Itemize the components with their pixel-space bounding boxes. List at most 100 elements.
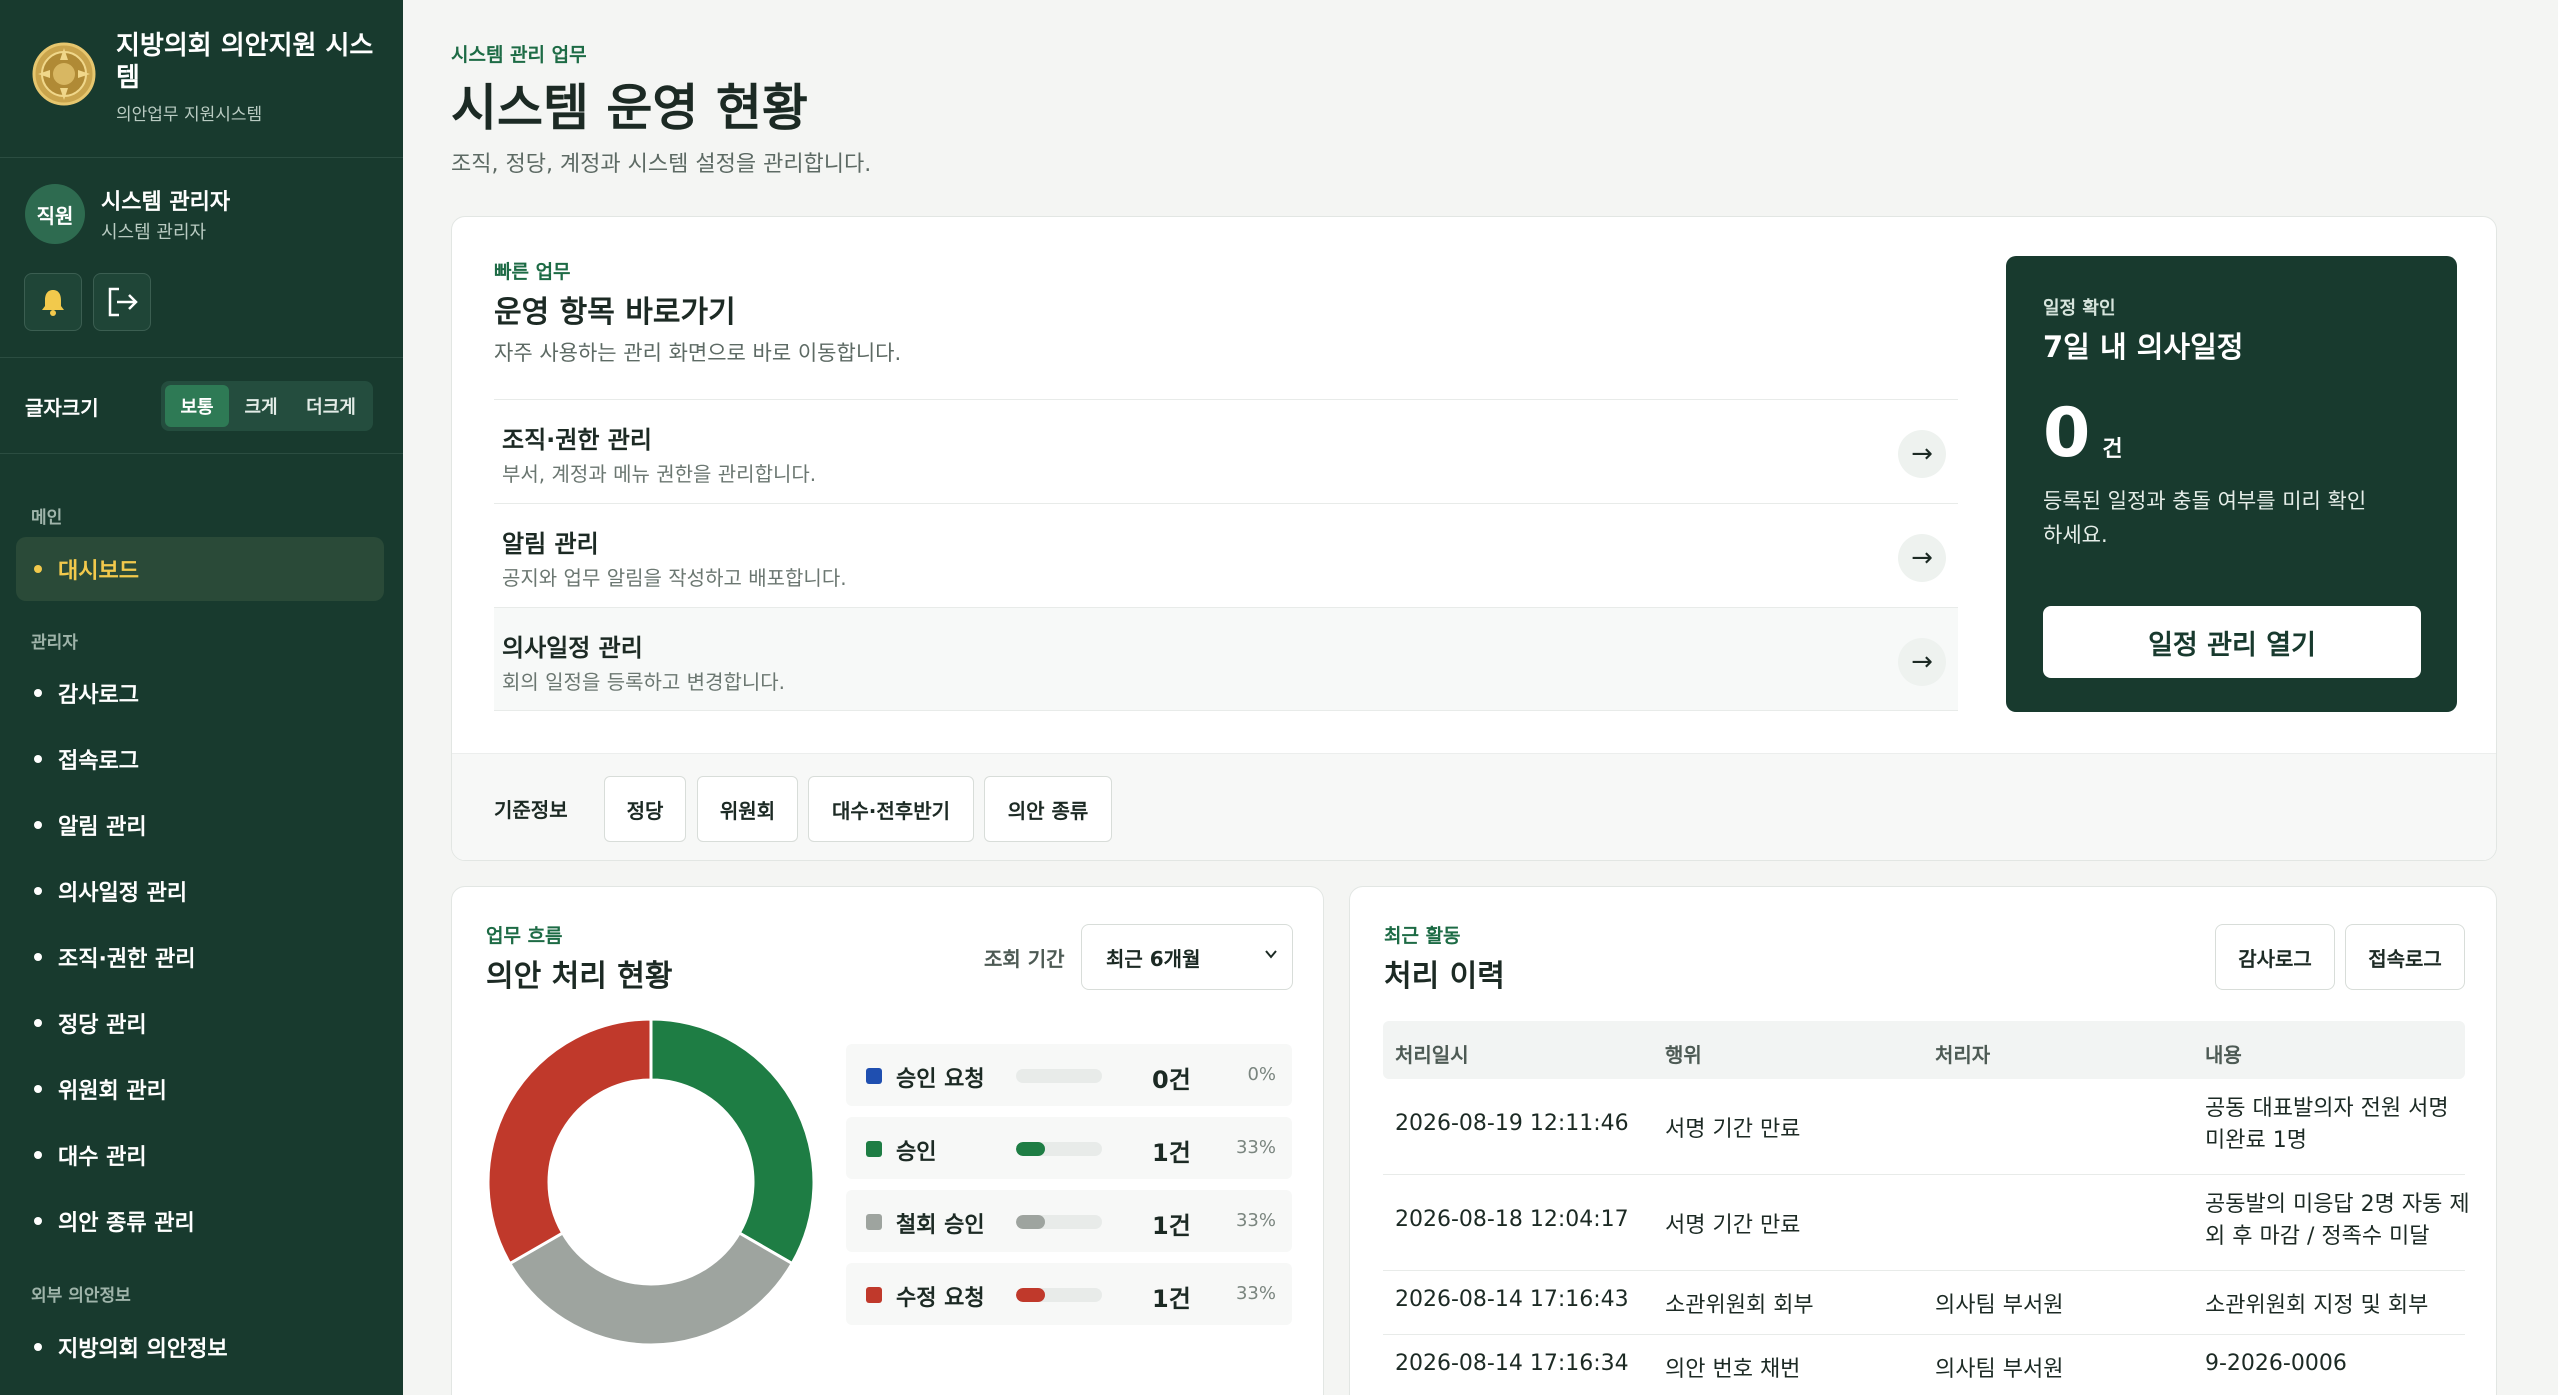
cell-datetime: 2026-08-14 17:16:43 xyxy=(1395,1287,1629,1312)
period-select[interactable]: 최근 6개월 xyxy=(1081,924,1293,990)
schedule-panel: 일정 확인 7일 내 의사일정 0 건 등록된 일정과 충돌 여부를 미리 확인… xyxy=(2006,256,2457,712)
cell-action: 의안 번호 채번 xyxy=(1665,1357,1801,1382)
cell-content: 공동 대표발의자 전원 서명 미완료 1명 xyxy=(2205,1096,2449,1153)
quick-title: 운영 항목 바로가기 xyxy=(494,295,736,330)
schedule-eyebrow: 일정 확인 xyxy=(2043,298,2116,319)
table-row[interactable]: 2026-08-14 17:16:34 의안 번호 채번 의사팀 부서원 9-2… xyxy=(1383,1335,2465,1395)
legend-bar-track xyxy=(1016,1069,1102,1083)
nav-item-bill-type[interactable]: 의안 종류 관리 xyxy=(16,1189,384,1253)
activity-table: 처리일시 행위 처리자 내용 2026-08-19 12:11:46 서명 기간… xyxy=(1383,1021,2470,1395)
quick-link-notifications[interactable]: 알림 관리 공지와 업무 알림을 작성하고 배포합니다. → xyxy=(494,503,1958,607)
sidebar: 지방의회 의안지원 시스템 의안업무 지원시스템 직원 시스템 관리자 시스템 … xyxy=(0,0,403,1395)
chip-term[interactable]: 대수·전후반기 xyxy=(808,776,974,842)
nav-label: 지방의회 의안정보 xyxy=(58,1337,228,1362)
access-log-button[interactable]: 접속로그 xyxy=(2345,924,2465,990)
legend-swatch xyxy=(866,1287,882,1303)
chip-party[interactable]: 정당 xyxy=(604,776,686,842)
flow-eyebrow: 업무 흐름 xyxy=(486,925,563,947)
legend-label: 철회 승인 xyxy=(896,1213,985,1238)
page-title: 시스템 운영 현황 xyxy=(451,79,808,137)
font-size-large[interactable]: 크게 xyxy=(229,385,293,427)
schedule-count-unit: 건 xyxy=(2102,437,2123,462)
chevron-down-icon xyxy=(1265,950,1277,959)
nav-label: 대수 관리 xyxy=(58,1145,147,1170)
table-row[interactable]: 2026-08-14 17:16:43 소관위원회 회부 의사팀 부서원 소관위… xyxy=(1383,1271,2465,1335)
legend-count: 1건 xyxy=(1152,1285,1191,1313)
nav-label: 의안 종류 관리 xyxy=(58,1211,195,1236)
legend-swatch xyxy=(866,1068,882,1084)
nav-item-term[interactable]: 대수 관리 xyxy=(16,1123,384,1187)
quick-actions-card: 빠른 업무 운영 항목 바로가기 자주 사용하는 관리 화면으로 바로 이동합니… xyxy=(451,216,2497,861)
legend-item: 승인 요청 0건 0% xyxy=(846,1044,1292,1106)
nav-item-notifications[interactable]: 알림 관리 xyxy=(16,793,384,857)
nav-group-external: 외부 의안정보 xyxy=(31,1286,131,1306)
logout-icon xyxy=(108,287,138,317)
bullet xyxy=(34,1019,42,1027)
bullet xyxy=(34,1085,42,1093)
brand[interactable]: 지방의회 의안지원 시스템 의안업무 지원시스템 xyxy=(30,30,390,130)
legend-bar-track xyxy=(1016,1142,1102,1156)
status-donut-chart xyxy=(486,1017,816,1347)
nav-item-committee[interactable]: 위원회 관리 xyxy=(16,1057,384,1121)
period-label: 조회 기간 xyxy=(984,947,1065,971)
schedule-title: 7일 내 의사일정 xyxy=(2043,330,2244,364)
table-row[interactable]: 2026-08-18 12:04:17 서명 기간 만료 공동발의 미응답 2명… xyxy=(1383,1175,2470,1271)
nav-item-external-bills[interactable]: 지방의회 의안정보 xyxy=(16,1315,384,1379)
cell-datetime: 2026-08-14 17:16:34 xyxy=(1395,1351,1629,1376)
base-info-label: 기준정보 xyxy=(494,798,568,822)
font-size-normal[interactable]: 보통 xyxy=(165,385,229,427)
bill-flow-card: 업무 흐름 의안 처리 현황 조회 기간 최근 6개월 승인 요청 0건 0% … xyxy=(451,886,1324,1395)
table-row[interactable]: 2026-08-19 12:11:46 서명 기간 만료 공동 대표발의자 전원… xyxy=(1383,1079,2465,1175)
legend-bar-fill xyxy=(1016,1215,1045,1229)
schedule-count-number: 0 xyxy=(2043,394,2091,473)
quick-link-desc: 부서, 계정과 메뉴 권한을 관리합니다. xyxy=(502,462,817,486)
quick-link-schedule[interactable]: 의사일정 관리 회의 일정을 등록하고 변경합니다. → xyxy=(494,607,1958,711)
arrow-right-icon: → xyxy=(1898,534,1946,582)
cell-action: 서명 기간 만료 xyxy=(1665,1213,1801,1238)
page-eyebrow: 시스템 관리 업무 xyxy=(451,44,587,66)
divider xyxy=(0,453,403,454)
column-header: 행위 xyxy=(1665,1043,1702,1067)
cell-action: 소관위원회 회부 xyxy=(1665,1293,1814,1318)
legend-label: 승인 xyxy=(896,1140,937,1165)
legend-swatch xyxy=(866,1141,882,1157)
legend-label: 수정 요청 xyxy=(896,1286,985,1311)
council-emblem-icon xyxy=(32,42,96,106)
legend-item: 승인 1건 33% xyxy=(846,1117,1292,1179)
nav-item-schedule[interactable]: 의사일정 관리 xyxy=(16,859,384,923)
bullet xyxy=(34,1343,42,1351)
flow-title: 의안 처리 현황 xyxy=(486,959,673,994)
chip-bill-type[interactable]: 의안 종류 xyxy=(984,776,1112,842)
logout-button[interactable] xyxy=(93,273,151,331)
bullet xyxy=(34,953,42,961)
avatar: 직원 xyxy=(25,184,85,244)
arrow-right-icon: → xyxy=(1898,638,1946,686)
nav-item-dashboard[interactable]: 대시보드 xyxy=(16,537,384,601)
nav-item-access-log[interactable]: 접속로그 xyxy=(16,727,384,791)
nav-item-audit-log[interactable]: 감사로그 xyxy=(16,661,384,725)
audit-log-button[interactable]: 감사로그 xyxy=(2215,924,2335,990)
nav-item-org-permission[interactable]: 조직·권한 관리 xyxy=(16,925,384,989)
nav-item-party[interactable]: 정당 관리 xyxy=(16,991,384,1055)
legend-swatch xyxy=(866,1214,882,1230)
nav-label: 접속로그 xyxy=(58,749,139,774)
cell-actor: 의사팀 부서원 xyxy=(1935,1357,2064,1382)
donut-slice-2 xyxy=(507,1230,795,1347)
bullet xyxy=(34,1151,42,1159)
bullet xyxy=(34,689,42,697)
recent-activity-card: 최근 활동 처리 이력 감사로그 접속로그 처리일시 행위 처리자 내용 202… xyxy=(1349,886,2497,1395)
bullet xyxy=(34,755,42,763)
notification-button[interactable] xyxy=(24,273,82,331)
chip-committee[interactable]: 위원회 xyxy=(697,776,798,842)
quick-link-org-permission[interactable]: 조직·권한 관리 부서, 계정과 메뉴 권한을 관리합니다. → xyxy=(494,399,1958,503)
legend-percent: 33% xyxy=(1235,1137,1276,1158)
nav-label: 대시보드 xyxy=(58,559,139,584)
nav-group-admin: 관리자 xyxy=(31,633,78,653)
font-size-xlarge[interactable]: 더크게 xyxy=(293,385,369,427)
cell-datetime: 2026-08-18 12:04:17 xyxy=(1395,1207,1629,1232)
bullet xyxy=(34,821,42,829)
bell-icon xyxy=(42,290,64,316)
open-schedule-button[interactable]: 일정 관리 열기 xyxy=(2043,606,2421,678)
cell-content: 소관위원회 지정 및 회부 xyxy=(2205,1293,2429,1318)
column-header: 처리일시 xyxy=(1395,1043,1469,1067)
